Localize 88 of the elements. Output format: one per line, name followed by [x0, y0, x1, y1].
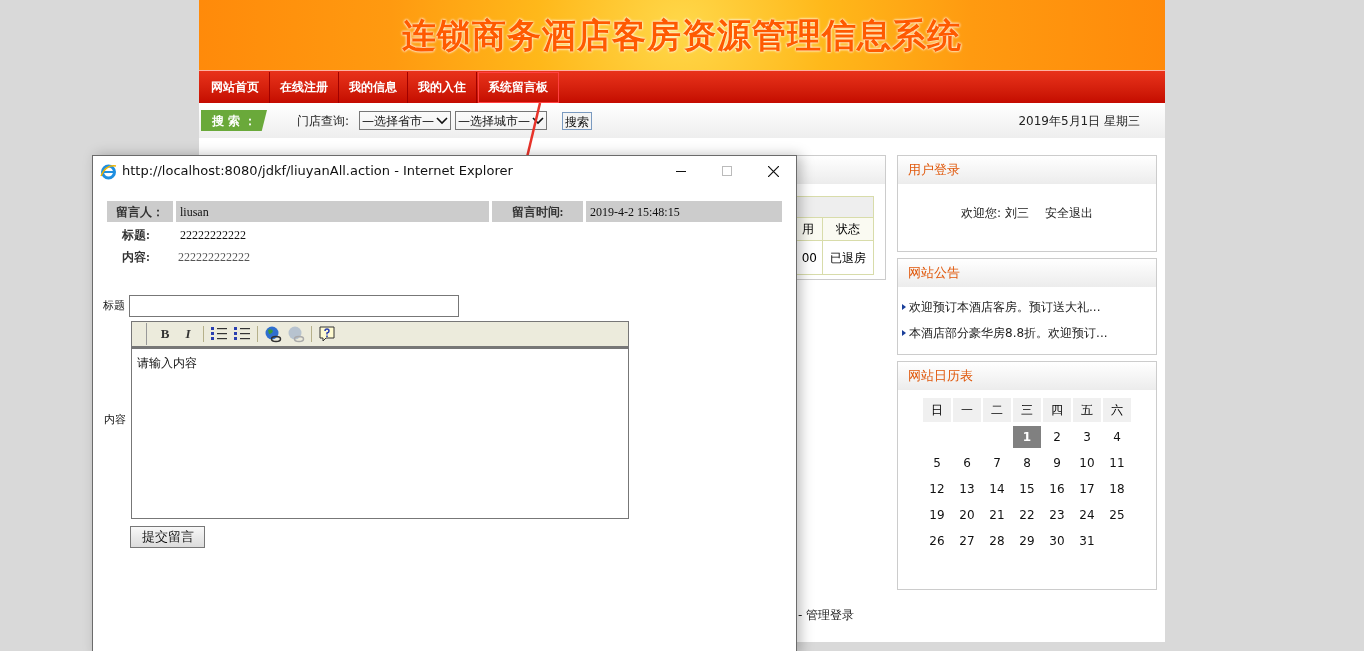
calendar-day[interactable]: 14 [983, 478, 1011, 500]
panel-title: 网站公告 [908, 264, 960, 283]
calendar-day[interactable]: 28 [983, 530, 1011, 552]
content-editor[interactable]: 请输入内容 [131, 347, 629, 519]
close-icon [767, 165, 779, 177]
content-label: 内容 [104, 411, 127, 428]
calendar-day[interactable]: 31 [1073, 530, 1101, 552]
weekday-header: 日 [923, 398, 951, 422]
calendar-day[interactable]: 1 [1013, 426, 1041, 448]
weekday-header: 五 [1073, 398, 1101, 422]
calendar-day[interactable]: 16 [1043, 478, 1071, 500]
submit-button[interactable]: 提交留言 [130, 525, 205, 548]
search-button[interactable]: 搜索 [562, 111, 593, 130]
calendar-day[interactable]: 20 [953, 504, 981, 526]
store-search-label: 门店查询: [297, 112, 350, 130]
calendar-day[interactable]: 3 [1073, 426, 1101, 448]
window-title: http://localhost:8080/jdkf/liuyanAll.action - Internet Explorer [122, 162, 513, 181]
calendar-day[interactable]: 12 [923, 478, 951, 500]
nav-link[interactable]: 我的信息 [339, 71, 408, 103]
field-label: 留言时间: [492, 201, 583, 222]
calendar-day[interactable]: 7 [983, 452, 1011, 474]
chevron-down-icon [436, 116, 449, 125]
weekday-header: 六 [1103, 398, 1131, 422]
chevron-down-icon [532, 116, 545, 125]
calendar-day[interactable]: 6 [953, 452, 981, 474]
calendar-day[interactable]: 27 [953, 530, 981, 552]
italic-button[interactable]: I [177, 324, 199, 344]
calendar-day[interactable]: 2 [1043, 426, 1071, 448]
field-value: 222222222222 [178, 249, 250, 266]
calendar-day[interactable]: 13 [953, 478, 981, 500]
weekday-header: 一 [953, 398, 981, 422]
current-date: 2019年5月1日 星期三 [1018, 112, 1140, 130]
field-label: 留言人： [107, 201, 173, 222]
notice-link[interactable]: 欢迎预订本酒店客房。预订送大礼... [909, 298, 1101, 316]
panel-title: 用户登录 [908, 161, 960, 180]
logout-link[interactable]: 安全退出 [1044, 204, 1093, 222]
calendar-day[interactable]: 17 [1073, 478, 1101, 500]
bullet-arrow-icon [902, 330, 906, 336]
field-value: liusan [176, 201, 489, 222]
notice-link[interactable]: 本酒店部分豪华房8.8折。欢迎预订... [909, 324, 1108, 342]
calendar-day[interactable]: 26 [923, 530, 951, 552]
site-title: 连锁商务酒店客房资源管理信息系统 [402, 13, 962, 57]
calendar-day[interactable]: 11 [1103, 452, 1131, 474]
calendar-day[interactable]: 9 [1043, 452, 1071, 474]
table-header: 状态 [835, 221, 861, 238]
minimize-icon [676, 170, 686, 172]
welcome-text: 欢迎您: 刘三 [961, 205, 1029, 222]
calendar-day[interactable]: 30 [1043, 530, 1071, 552]
city-select[interactable]: —选择城市— [455, 111, 548, 130]
calendar-day[interactable]: 5 [923, 452, 951, 474]
nav-link[interactable]: 在线注册 [270, 71, 339, 103]
calendar-day[interactable]: 18 [1103, 478, 1131, 500]
calendar-day[interactable]: 23 [1043, 504, 1071, 526]
calendar-day[interactable]: 21 [983, 504, 1011, 526]
title-label: 标题 [103, 297, 125, 314]
search-badge: 搜 索 ： [201, 110, 267, 131]
bullet-arrow-icon [902, 304, 906, 310]
nav-link[interactable]: 我的入住 [408, 71, 477, 103]
calendar-day[interactable]: 19 [923, 504, 951, 526]
weekday-header: 三 [1013, 398, 1041, 422]
maximize-icon [722, 166, 732, 176]
calendar-day[interactable]: 10 [1073, 452, 1101, 474]
globe-link-icon[interactable] [264, 325, 282, 343]
calendar-day[interactable]: 24 [1073, 504, 1101, 526]
browser-logo-icon [100, 162, 117, 180]
calendar-day[interactable]: 15 [1013, 478, 1041, 500]
calendar-day[interactable]: 8 [1013, 452, 1041, 474]
help-icon[interactable] [318, 325, 336, 343]
bold-button[interactable]: B [154, 324, 176, 344]
panel-title: 网站日历表 [908, 367, 973, 386]
calendar-day[interactable]: 29 [1013, 530, 1041, 552]
field-value: 2019-4-2 15:48:15 [586, 201, 782, 222]
numbered-list-icon[interactable] [210, 326, 228, 342]
table-cell-text: 已退房 [829, 249, 867, 267]
nav-link[interactable]: 系统留言板 [478, 71, 559, 103]
field-label: 标题: [121, 227, 151, 244]
nav-link[interactable]: 网站首页 [201, 71, 270, 103]
weekday-header: 二 [983, 398, 1011, 422]
calendar-day[interactable]: 25 [1103, 504, 1131, 526]
calendar-day[interactable]: 22 [1013, 504, 1041, 526]
bullet-list-icon[interactable] [233, 326, 251, 342]
field-label: 内容: [121, 249, 151, 266]
footer-links: - 管理登录 [798, 608, 855, 622]
calendar-day[interactable]: 4 [1103, 426, 1131, 448]
weekday-header: 四 [1043, 398, 1071, 422]
field-value: 22222222222 [180, 227, 246, 244]
title-input[interactable] [129, 295, 459, 317]
province-select[interactable]: —选择省市— [359, 111, 452, 130]
